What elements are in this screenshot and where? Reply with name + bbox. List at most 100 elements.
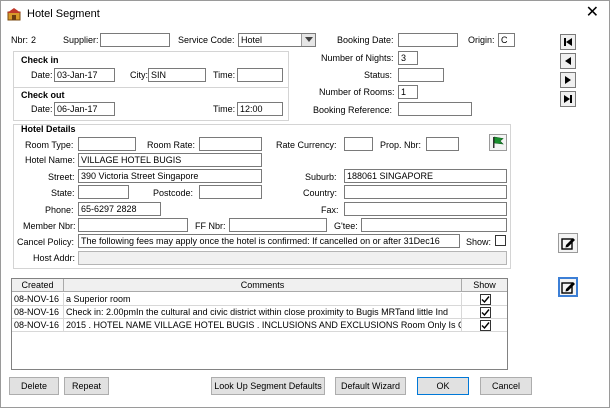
flag-button[interactable] (489, 134, 507, 151)
fax-input[interactable] (344, 202, 507, 216)
comments-table-header: Created Comments Show (12, 279, 507, 292)
status-label: Status: (364, 70, 393, 80)
edit-icon (561, 238, 575, 250)
first-record-icon (564, 38, 572, 46)
rate-currency-input[interactable] (344, 137, 373, 151)
host-addr-label: Host Addr: (33, 253, 76, 263)
hotel-name-input[interactable]: VILLAGE HOTEL BUGIS (78, 153, 262, 167)
street-label: Street: (48, 172, 75, 182)
comment-cell[interactable]: Check in: 2.00pmIn the cultural and civi… (64, 306, 462, 319)
supplier-input[interactable] (100, 33, 170, 47)
booking-ref-input[interactable] (398, 102, 472, 116)
edit-cancel-policy-button[interactable] (558, 233, 578, 253)
checkin-time-input[interactable] (237, 68, 283, 82)
checkmark-icon (481, 322, 490, 330)
phone-input[interactable]: 65-6297 2828 (78, 202, 161, 216)
show-checkbox[interactable] (480, 307, 491, 318)
last-record-icon (564, 95, 572, 103)
previous-record-button[interactable] (560, 53, 576, 69)
checkout-date-label: Date: (31, 104, 53, 114)
checkout-time-label: Time: (213, 104, 236, 114)
column-header-show[interactable]: Show (462, 279, 507, 292)
gtee-input[interactable] (361, 218, 507, 232)
member-nbr-input[interactable] (78, 218, 188, 232)
delete-button[interactable]: Delete (9, 377, 59, 395)
column-header-comments[interactable]: Comments (64, 279, 462, 292)
checkout-time-input[interactable]: 12:00 (237, 102, 283, 116)
app-icon (7, 7, 21, 21)
rooms-label: Number of Rooms: (319, 87, 395, 97)
suburb-input[interactable]: 188061 SINGAPORE (344, 169, 507, 183)
room-rate-input[interactable] (199, 137, 262, 151)
checkin-city-input[interactable]: SIN (148, 68, 206, 82)
origin-input[interactable]: C (498, 33, 515, 47)
prop-nbr-input[interactable] (426, 137, 459, 151)
nbr-value: 2 (31, 35, 37, 45)
comment-cell[interactable]: 2015 . HOTEL NAME VILLAGE HOTEL BUGIS . … (64, 319, 462, 332)
show-checkbox[interactable] (480, 294, 491, 305)
host-addr-input[interactable] (78, 251, 507, 265)
default-wizard-button[interactable]: Default Wizard (335, 377, 406, 395)
room-type-input[interactable] (78, 137, 136, 151)
edit-comments-button[interactable] (558, 277, 578, 297)
nights-label: Number of Nights: (321, 53, 394, 63)
service-code-label: Service Code: (178, 35, 235, 45)
status-input[interactable] (398, 68, 444, 82)
phone-label: Phone: (45, 205, 74, 215)
street-input[interactable]: 390 Victoria Street Singapore (78, 169, 262, 183)
created-cell: 08-NOV-16 (12, 319, 64, 332)
gtee-label: G'tee: (334, 221, 358, 231)
booking-date-input[interactable] (398, 33, 458, 47)
postcode-input[interactable] (199, 185, 262, 199)
country-label: Country: (303, 188, 338, 198)
table-row[interactable]: 08-NOV-16 2015 . HOTEL NAME VILLAGE HOTEL… (12, 319, 507, 332)
checkmark-icon (481, 309, 490, 317)
cancel-policy-show-label: Show: (466, 237, 492, 247)
room-type-label: Room Type: (25, 140, 74, 150)
next-record-button[interactable] (560, 72, 576, 88)
prop-nbr-label: Prop. Nbr: (380, 140, 422, 150)
country-input[interactable] (344, 185, 507, 199)
postcode-label: Postcode: (153, 188, 194, 198)
nights-input[interactable]: 3 (398, 51, 418, 65)
supplier-label: Supplier: (63, 35, 99, 45)
table-row[interactable]: 08-NOV-16 Check in: 2.00pmIn the cultural… (12, 306, 507, 319)
origin-label: Origin: (468, 35, 495, 45)
show-cell (462, 319, 507, 332)
cancel-policy-input[interactable]: The following fees may apply once the ho… (78, 234, 460, 248)
cancel-policy-show-checkbox[interactable] (495, 235, 506, 246)
state-input[interactable] (78, 185, 129, 199)
room-rate-label: Room Rate: (147, 140, 196, 150)
rate-currency-label: Rate Currency: (276, 140, 337, 150)
booking-ref-label: Booking Reference: (313, 105, 393, 115)
cancel-button[interactable]: Cancel (480, 377, 532, 395)
member-nbr-label: Member Nbr: (23, 221, 76, 231)
hotel-details-heading: Hotel Details (21, 124, 76, 134)
title-bar: Hotel Segment ✕ (1, 1, 609, 27)
rooms-input[interactable]: 1 (398, 85, 418, 99)
column-header-created[interactable]: Created (12, 279, 64, 292)
checkout-date-input[interactable]: 06-Jan-17 (54, 102, 115, 116)
first-record-button[interactable] (560, 34, 576, 50)
comments-table: Created Comments Show 08-NOV-16 a Superio… (11, 278, 508, 370)
table-row[interactable]: 08-NOV-16 a Superior room (12, 293, 507, 306)
hotel-name-label: Hotel Name: (25, 155, 76, 165)
checkout-heading: Check out (21, 90, 65, 100)
booking-date-label: Booking Date: (337, 35, 394, 45)
hotel-segment-window: Hotel Segment ✕ Nbr: 2 Supplier: Service… (0, 0, 610, 408)
close-icon[interactable]: ✕ (586, 4, 599, 22)
checkin-date-input[interactable]: 03-Jan-17 (54, 68, 115, 82)
service-code-value: Hotel (241, 35, 263, 45)
window-title: Hotel Segment (27, 8, 100, 20)
checkin-city-label: City: (130, 70, 148, 80)
show-checkbox[interactable] (480, 320, 491, 331)
ok-button[interactable]: OK (417, 377, 469, 395)
checkmark-icon (481, 296, 490, 304)
lookup-segment-defaults-button[interactable]: Look Up Segment Defaults (211, 377, 325, 395)
repeat-button[interactable]: Repeat (64, 377, 109, 395)
comment-cell[interactable]: a Superior room (64, 293, 462, 306)
chevron-down-icon[interactable] (301, 34, 315, 46)
ff-nbr-input[interactable] (229, 218, 327, 232)
service-code-select[interactable]: Hotel (238, 33, 316, 47)
last-record-button[interactable] (560, 91, 576, 107)
